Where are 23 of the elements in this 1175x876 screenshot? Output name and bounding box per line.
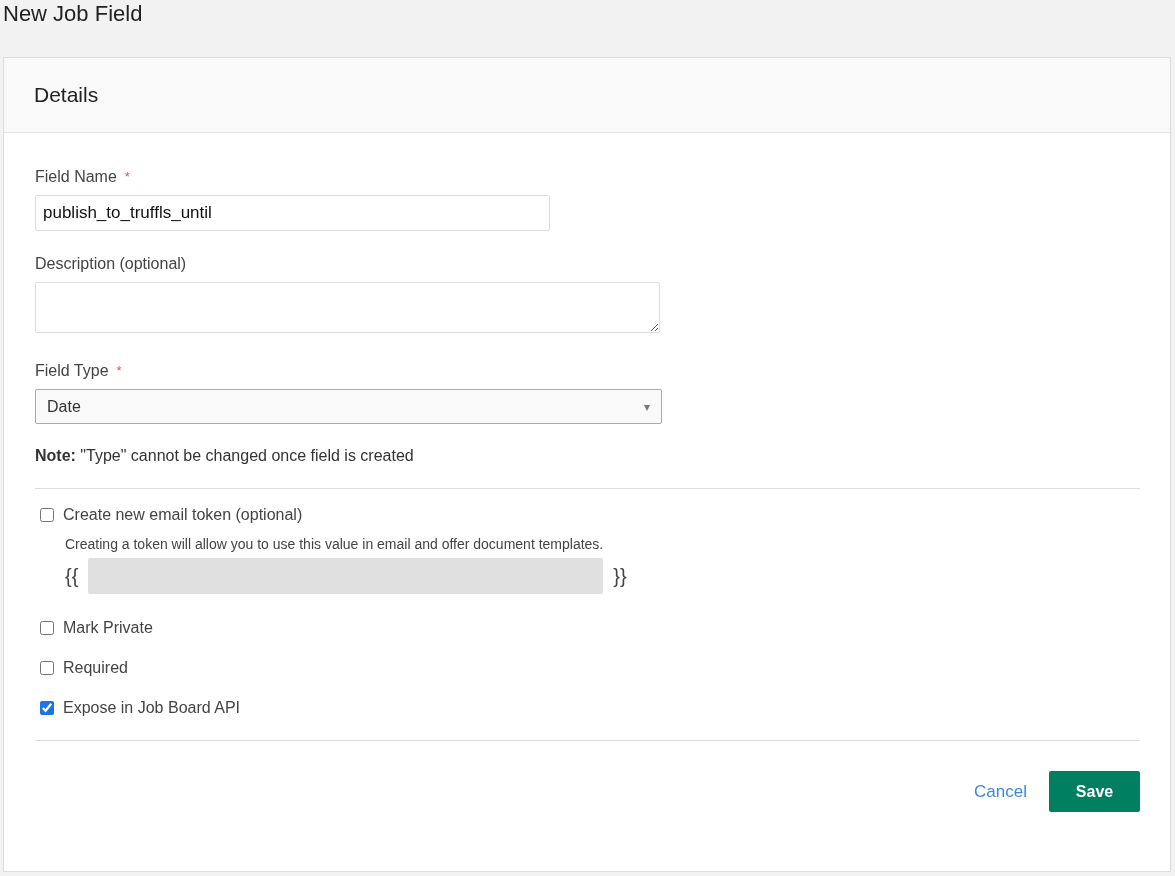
checkbox-label: Required — [63, 658, 128, 678]
note-text: Note: "Type" cannot be changed once field is created — [35, 446, 415, 466]
checkbox[interactable] — [40, 621, 54, 635]
cancel-link[interactable]: Cancel — [974, 778, 1027, 805]
field-name-input[interactable]: publish_to_truffls_until — [35, 195, 550, 231]
checkbox-label: Create new email token (optional) — [63, 505, 303, 525]
section-title: Details — [34, 82, 99, 109]
checkbox[interactable] — [40, 508, 54, 522]
checkbox-label: Expose in Job Board API — [63, 698, 240, 718]
page-title: New Job Field — [2, 0, 144, 28]
checkbox-label: Mark Private — [63, 618, 153, 638]
checkbox[interactable] — [40, 661, 54, 675]
required-mark: * — [116, 362, 122, 381]
field-type-select[interactable]: Date ▾ — [35, 389, 662, 424]
field-label: Description (optional) — [35, 254, 187, 274]
token-open-braces: {{ — [65, 564, 79, 589]
save-button[interactable]: Save — [1049, 771, 1140, 812]
field-label: Field Name — [35, 167, 117, 187]
token-hint: Creating a token will allow you to use this value in email and offer document templates. — [64, 535, 605, 554]
checkbox[interactable] — [40, 701, 54, 715]
token-close-braces: }} — [613, 564, 627, 589]
field-label: Field Type — [35, 361, 109, 381]
required-mark: * — [124, 168, 130, 187]
